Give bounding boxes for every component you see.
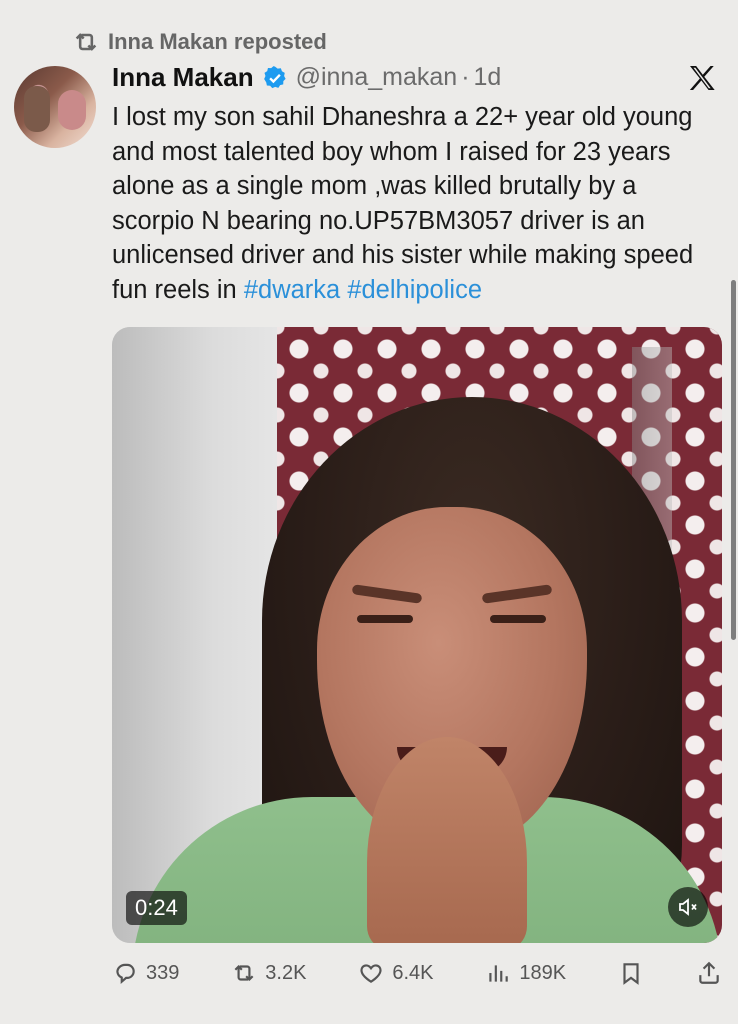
repost-button[interactable]: 3.2K [231,960,306,986]
bookmark-button[interactable] [618,960,644,986]
scrollbar[interactable] [731,280,736,640]
author-name[interactable]: Inna Makan [112,62,254,93]
repost-icon [75,33,97,51]
like-button[interactable]: 6.4K [358,960,434,986]
repost-label: Inna Makan reposted [108,29,327,54]
x-logo-icon [689,66,715,90]
share-button[interactable] [696,960,722,986]
reply-count: 339 [146,961,180,984]
repost-count: 3.2K [265,961,307,984]
share-icon [699,961,719,984]
author-handle[interactable]: @inna_makan [296,63,458,92]
hashtag-link[interactable]: #dwarka [244,276,340,304]
person-eye [490,615,546,623]
tweet-actions: 339 3.2K 6.4K 189K [112,956,722,990]
hashtag-link[interactable]: #delhipolice [347,276,482,304]
view-count: 189K [519,961,567,984]
video-player[interactable]: 0:24 [112,327,722,943]
tweet-body: I lost my son sahil Dhaneshra a 22+ year… [112,103,694,304]
like-count: 6.4K [392,961,434,984]
separator-dot: · [461,63,470,91]
repost-icon [234,964,254,982]
tweet-text: I lost my son sahil Dhaneshra a 22+ year… [112,100,722,308]
reply-button[interactable]: 339 [112,960,179,986]
volume-muted-icon [679,898,697,916]
views-chart-icon [489,965,509,982]
author-avatar[interactable] [14,66,96,148]
repost-indicator[interactable]: Inna Makan reposted [72,28,327,56]
avatar-figure [58,90,86,130]
video-duration: 0:24 [126,891,187,925]
mute-button[interactable] [668,887,708,927]
person-eye [357,615,413,623]
post-time[interactable]: 1d [474,63,502,92]
verified-badge-icon[interactable] [262,65,288,91]
avatar-figure [24,86,50,132]
views-button[interactable]: 189K [485,960,566,986]
reply-icon [116,963,135,985]
bookmark-icon [623,963,639,985]
tweet-header: Inna Makan @inna_makan · 1d [112,62,718,93]
heart-icon [360,964,382,983]
